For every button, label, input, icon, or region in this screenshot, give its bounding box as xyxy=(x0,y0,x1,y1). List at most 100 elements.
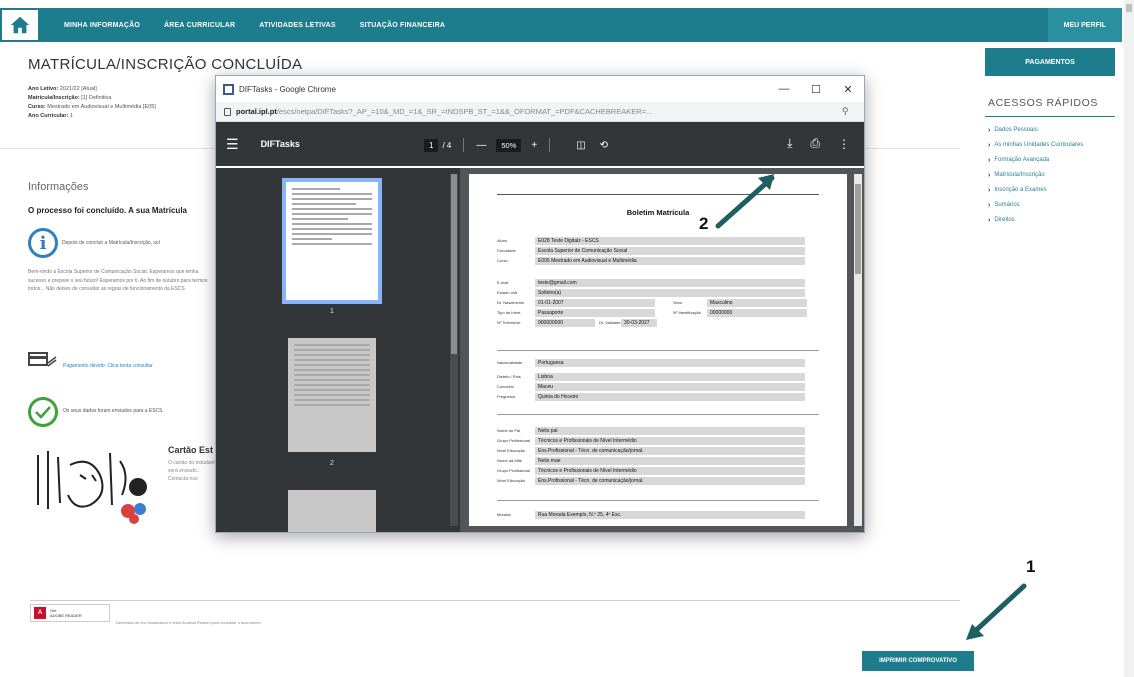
doc-title: Boletim Matrícula xyxy=(626,208,690,217)
page-scrollbar[interactable] xyxy=(1124,0,1134,677)
doc-row: Curso E005 Mestrado em Audiovisual e Mult… xyxy=(497,256,805,265)
thumbnail-page[interactable] xyxy=(282,178,382,304)
pdf-page: Boletim Matrícula Aluno E028 Teste Digita… xyxy=(469,174,847,526)
thumbnail-scrollbar[interactable] xyxy=(450,174,458,526)
page-title: MATRÍCULA/INSCRIÇÃO CONCLUÍDA xyxy=(28,56,303,73)
student-card-text: O cartão do estudante será enviado... Co… xyxy=(168,460,218,482)
quick-link-dados-pessoais[interactable]: › Dados Pessoais xyxy=(988,127,1113,134)
thumbnail-page[interactable] xyxy=(288,338,376,452)
doc-row: Nome da Mãe Nelio mae xyxy=(497,456,805,465)
key-icon[interactable]: ⚲ xyxy=(842,106,849,117)
pdf-title: DIFTasks xyxy=(260,139,300,149)
download-icon[interactable]: ⤓ xyxy=(787,136,792,151)
home-button[interactable] xyxy=(0,8,40,42)
doc-row: Nacionalidade Portuguesa xyxy=(497,358,805,367)
doc-separator xyxy=(497,500,819,501)
reader-line2: ADOBE READER xyxy=(50,613,82,618)
student-card-title: Cartão Est xyxy=(168,445,214,455)
page-number-input[interactable]: 1 xyxy=(424,138,439,152)
quick-link-direitos[interactable]: › Direitos xyxy=(988,217,1113,224)
doc-value: Solteiro(a) xyxy=(535,288,805,297)
doc-label: Nacionalidade xyxy=(497,360,523,365)
chevron-right-icon: › xyxy=(988,142,991,149)
quick-link-formacao-avancada[interactable]: › Formação Avançada xyxy=(988,157,1113,164)
doc-value: Nelio pai xyxy=(535,426,805,435)
print-receipt-button[interactable]: IMPRIMIR COMPROVATIVO xyxy=(862,651,974,671)
pdf-toolbar: ☰ DIFTasks 1 / 4 — 50% + ◫ ⟲ ⤓ ⎙ ⋮ xyxy=(216,122,864,166)
doc-row: Grupo Profissional Técnicos e Profissiona… xyxy=(497,436,805,445)
thumbnail-page[interactable] xyxy=(288,490,376,532)
doc-row: Grupo Profissional Técnicos e Profissiona… xyxy=(497,466,805,475)
nav-item-situacao-financeira[interactable]: SITUAÇÃO FINANCEIRA xyxy=(360,22,445,29)
quick-link-label: Direitos xyxy=(994,217,1015,223)
thumbnail-label: 1 xyxy=(330,308,334,315)
annotation-arrow-icon xyxy=(715,174,775,229)
document-scrollbar[interactable] xyxy=(854,174,862,526)
url-host: portal.ipl.pt xyxy=(236,107,277,116)
zoom-out-icon[interactable]: — xyxy=(476,140,486,151)
meta-value: 1 xyxy=(69,113,73,119)
doc-value: Maceu xyxy=(535,382,805,391)
fit-page-icon[interactable]: ◫ xyxy=(576,140,585,151)
doc-row: Nível Educação Ens.Profissional - Técn. d… xyxy=(497,446,805,455)
quick-link-exames[interactable]: › Inscrição a Exames xyxy=(988,187,1113,194)
scrollbar-thumb[interactable] xyxy=(1126,4,1132,12)
doc-value: Rua Morada Exemplo, N.º 25, 4º Esc. xyxy=(535,510,805,519)
zoom-in-icon[interactable]: + xyxy=(531,140,537,151)
nav-item-atividades-letivas[interactable]: ATIVIDADES LETIVAS xyxy=(259,22,335,29)
doc-row: Faculdade Escola Superior de Comunicação … xyxy=(497,246,805,255)
profile-menu[interactable]: MEU PERFIL xyxy=(1047,8,1122,42)
info-section-title: Informações xyxy=(28,181,89,193)
maximize-icon[interactable]: ☐ xyxy=(800,83,832,96)
doc-row: Estado civil Solteiro(a) xyxy=(497,288,805,297)
quick-link-label: Formação Avançada xyxy=(994,157,1050,163)
doc-row: Distrito / País Lisboa xyxy=(497,372,805,381)
quick-link-matricula[interactable]: › Matrícula/Inscrição xyxy=(988,172,1113,179)
quick-link-sumarios[interactable]: › Sumários xyxy=(988,202,1113,209)
doc-value: Ens.Profissional - Técn. de comunicação/… xyxy=(535,446,805,455)
doc-row: Tipo de Ident. Passaporte Nº Identificação… xyxy=(497,308,807,317)
doc-label: Nº Identificação xyxy=(673,310,701,315)
doc-row: Morada Rua Morada Exemplo, N.º 25, 4º Esc… xyxy=(497,510,805,519)
doc-value: Quinta do Hoceiro xyxy=(535,392,805,401)
nav-item-minha-informacao[interactable]: MINHA INFORMAÇÃO xyxy=(64,22,140,29)
close-icon[interactable]: ✕ xyxy=(832,83,864,96)
doc-label: Grupo Profissional xyxy=(497,468,530,473)
nav-item-area-curricular[interactable]: ÁREA CURRICULAR xyxy=(164,22,235,29)
chevron-right-icon: › xyxy=(988,172,991,179)
payments-button[interactable]: PAGAMENTOS xyxy=(985,48,1115,76)
chevron-right-icon: › xyxy=(988,217,991,224)
payment-icon xyxy=(28,352,57,367)
window-titlebar: DIFTasks - Google Chrome — ☐ ✕ xyxy=(216,76,864,102)
meta-value: 2021/22 [Atual] xyxy=(59,86,97,92)
rotate-icon[interactable]: ⟲ xyxy=(600,140,608,151)
adobe-reader-badge[interactable]: A Get ADOBE READER xyxy=(30,604,110,622)
doc-value: E005 Mestrado em Audiovisual e Multimédi… xyxy=(535,256,805,265)
payment-link[interactable]: Pagamento devido: Clica tenta consultar xyxy=(63,363,153,369)
doc-label: Aluno xyxy=(497,238,508,243)
scrollbar-thumb[interactable] xyxy=(451,174,457,354)
annotation-number: 1 xyxy=(1026,557,1036,576)
chevron-right-icon: › xyxy=(988,157,991,164)
more-options-icon[interactable]: ⋮ xyxy=(838,137,850,151)
quick-link-label: Sumários xyxy=(994,202,1020,208)
pdf-favicon-icon xyxy=(223,83,234,95)
doc-label: Distrito / País xyxy=(497,374,521,379)
address-bar[interactable]: portal.ipl.pt/escs/netpa/DIFTasks?_AP_=1… xyxy=(216,102,864,122)
minimize-icon[interactable]: — xyxy=(768,83,800,96)
doc-label: Nível Educação xyxy=(497,478,526,483)
scrollbar-thumb[interactable] xyxy=(855,184,861,274)
menu-icon[interactable]: ☰ xyxy=(226,136,239,153)
quick-link-unidades-curriculares[interactable]: › As minhas Unidades Curriculares xyxy=(988,142,1113,149)
chevron-right-icon: › xyxy=(988,127,991,134)
doc-value: 00000000 xyxy=(707,308,807,317)
doc-label: Dt. Nascimento xyxy=(497,300,525,305)
zoom-input[interactable]: 50% xyxy=(496,138,522,152)
print-icon[interactable]: ⎙ xyxy=(810,136,820,151)
doc-label: Morada xyxy=(497,512,511,517)
doc-label: Grupo Profissional xyxy=(497,438,530,443)
doc-label: Estado civil xyxy=(497,290,518,295)
student-card-illustration xyxy=(30,445,160,527)
doc-row: Nível Educação Ens.Profissional - Técn. d… xyxy=(497,476,805,485)
doc-row: Freguesia Quinta do Hoceiro xyxy=(497,392,805,401)
